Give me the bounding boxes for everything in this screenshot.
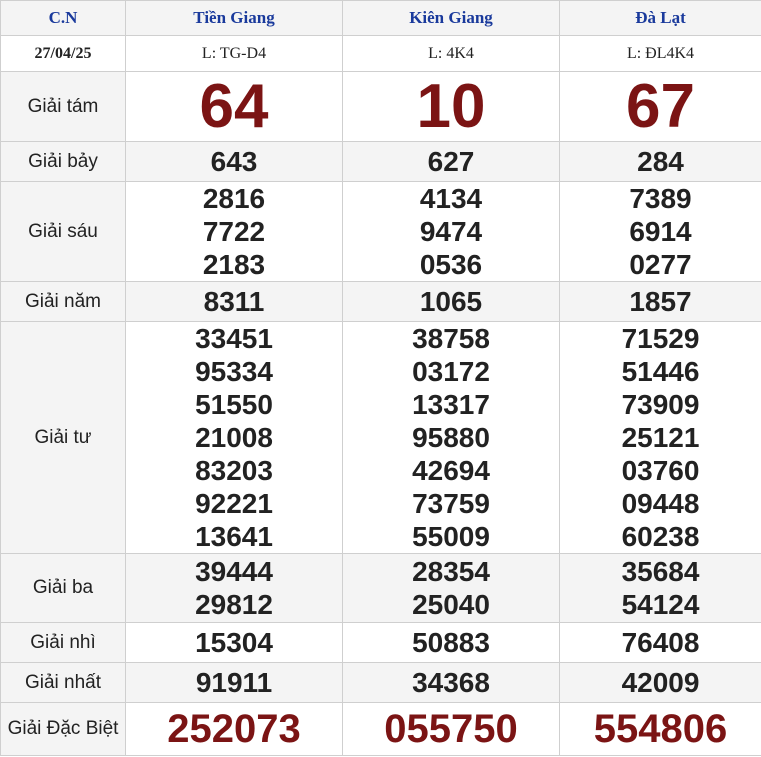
day-header: C.N: [0, 0, 126, 36]
prize-number: 95880: [412, 422, 490, 453]
prize-row-special: Giải Đặc Biệt 252073 055750 554806: [0, 702, 761, 756]
prize-row-g7: Giải bảy 643 627 284: [0, 141, 761, 182]
prize-number: 54124: [621, 589, 700, 620]
prize-number: 03172: [412, 356, 490, 387]
prize-label: Giải nhất: [0, 662, 126, 703]
prize-number: 38758: [412, 323, 490, 354]
prize-cell: 2816 7722 2183: [125, 181, 343, 282]
prize-cell: 39444 29812: [125, 553, 343, 623]
prize-number: 73909: [621, 389, 700, 420]
prize-number: 6914: [629, 216, 692, 247]
prize-number: 71529: [621, 323, 700, 354]
prize-number: 50883: [342, 622, 560, 663]
prize-number: 284: [559, 141, 761, 182]
prize-number: 28354: [412, 556, 490, 587]
prize-label: Giải tư: [0, 321, 126, 554]
prize-number: 51550: [195, 389, 273, 420]
prize-row-g1: Giải nhất 91911 34368 42009: [0, 662, 761, 703]
prize-number: 25121: [621, 422, 700, 453]
prize-number: 34368: [342, 662, 560, 703]
prize-number: 15304: [125, 622, 343, 663]
prize-cell: 28354 25040: [342, 553, 560, 623]
jackpot-number: 055750: [342, 702, 560, 756]
prize-cell: 71529 51446 73909 25121 03760 09448 6023…: [559, 321, 761, 554]
prize-number: 7389: [629, 183, 692, 214]
prize-number: 60238: [621, 521, 700, 552]
prize-label: Giải sáu: [0, 181, 126, 282]
header-row: C.N Tiền Giang Kiên Giang Đà Lạt: [0, 0, 761, 36]
prize-number: 21008: [195, 422, 273, 453]
ticket-code: L: ĐL4K4: [559, 35, 761, 72]
jackpot-number: 252073: [125, 702, 343, 756]
prize-number: 76408: [559, 622, 761, 663]
prize-number: 8311: [125, 281, 343, 322]
prize-cell: 33451 95334 51550 21008 83203 92221 1364…: [125, 321, 343, 554]
province-header-kien-giang[interactable]: Kiên Giang: [342, 0, 560, 36]
prize-row-g4: Giải tư 33451 95334 51550 21008 83203 92…: [0, 321, 761, 554]
prize-number: 2183: [202, 249, 266, 280]
prize-number: 03760: [621, 455, 700, 486]
prize-number: 33451: [195, 323, 273, 354]
prize-cell: 4134 9474 0536: [342, 181, 560, 282]
prize-number: 13317: [412, 389, 490, 420]
prize-number: 29812: [195, 589, 273, 620]
prize-number: 39444: [195, 556, 273, 587]
prize-label: Giải bảy: [0, 141, 126, 182]
prize-number: 2816: [202, 183, 266, 214]
ticket-code: L: 4K4: [342, 35, 560, 72]
prize-cell: 35684 54124: [559, 553, 761, 623]
prize-label: Giải ba: [0, 553, 126, 623]
jackpot-number: 554806: [559, 702, 761, 756]
code-row: 27/04/25 L: TG-D4 L: 4K4 L: ĐL4K4: [0, 35, 761, 72]
prize-number: 91911: [125, 662, 343, 703]
prize-number: 0277: [629, 249, 692, 280]
province-header-da-lat[interactable]: Đà Lạt: [559, 0, 761, 36]
prize-number: 51446: [621, 356, 700, 387]
prize-number: 95334: [195, 356, 273, 387]
prize-number: 92221: [195, 488, 273, 519]
prize-number: 42009: [559, 662, 761, 703]
draw-date[interactable]: 27/04/25: [0, 35, 126, 72]
lottery-results-table: C.N Tiền Giang Kiên Giang Đà Lạt 27/04/2…: [0, 0, 761, 756]
prize-number: 09448: [621, 488, 700, 519]
prize-number: 7722: [202, 216, 266, 247]
prize-row-g3: Giải ba 39444 29812 28354 25040 35684 54…: [0, 553, 761, 623]
prize-number: 25040: [412, 589, 490, 620]
prize-row-g8: Giải tám 64 10 67: [0, 71, 761, 142]
prize-number: 13641: [195, 521, 273, 552]
prize-row-g2: Giải nhì 15304 50883 76408: [0, 622, 761, 663]
prize-number: 55009: [412, 521, 490, 552]
prize-number: 1065: [342, 281, 560, 322]
prize-number: 73759: [412, 488, 490, 519]
province-header-tien-giang[interactable]: Tiền Giang: [125, 0, 343, 36]
prize-number: 83203: [195, 455, 273, 486]
prize-number: 10: [342, 71, 560, 142]
prize-row-g5: Giải năm 8311 1065 1857: [0, 281, 761, 322]
prize-number: 1857: [559, 281, 761, 322]
ticket-code: L: TG-D4: [125, 35, 343, 72]
prize-cell: 38758 03172 13317 95880 42694 73759 5500…: [342, 321, 560, 554]
prize-number: 0536: [419, 249, 483, 280]
prize-number: 627: [342, 141, 560, 182]
prize-label: Giải tám: [0, 71, 126, 142]
prize-label: Giải năm: [0, 281, 126, 322]
prize-number: 643: [125, 141, 343, 182]
prize-label: Giải nhì: [0, 622, 126, 663]
prize-number: 67: [559, 71, 761, 142]
prize-cell: 7389 6914 0277: [559, 181, 761, 282]
prize-label: Giải Đặc Biệt: [0, 702, 126, 756]
prize-number: 64: [125, 71, 343, 142]
prize-number: 9474: [419, 216, 483, 247]
prize-row-g6: Giải sáu 2816 7722 2183 4134 9474 0536 7…: [0, 181, 761, 282]
prize-number: 4134: [419, 183, 483, 214]
prize-number: 35684: [621, 556, 700, 587]
prize-number: 42694: [412, 455, 490, 486]
